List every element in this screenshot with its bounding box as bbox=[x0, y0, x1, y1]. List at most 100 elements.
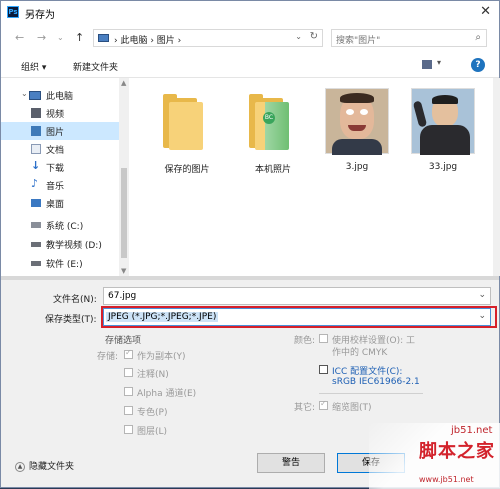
file-item[interactable]: BC 本机照片 bbox=[233, 84, 313, 180]
sidebar-item-pictures[interactable]: 图片 bbox=[1, 122, 119, 140]
photo-folder-icon: BC bbox=[241, 88, 305, 154]
icc-label: ICC 配置文件(C): bbox=[332, 367, 403, 377]
nav-scrollbar[interactable]: ▲ ▼ bbox=[119, 78, 129, 276]
search-placeholder: 搜索"图片" bbox=[336, 36, 381, 46]
alpha-label: Alpha 通道(E) bbox=[137, 389, 197, 399]
image-thumbnail bbox=[411, 88, 475, 155]
sidebar-item-drive-c[interactable]: 系统 (C:) bbox=[1, 216, 119, 234]
window-title: 另存为 bbox=[25, 10, 55, 21]
documents-icon bbox=[31, 144, 41, 154]
video-icon bbox=[31, 108, 41, 118]
sidebar-item-label: 音乐 bbox=[46, 182, 65, 192]
file-name: 保存的图片 bbox=[164, 165, 210, 175]
spot-checkbox[interactable] bbox=[124, 406, 133, 415]
toolbar: 组织 ▾ 新建文件夹 ▾ ? bbox=[1, 53, 499, 78]
drive-icon bbox=[31, 222, 41, 228]
refresh-icon[interactable]: ↻ bbox=[310, 31, 318, 42]
notes-checkbox[interactable] bbox=[124, 368, 133, 377]
chevron-down-icon[interactable]: ⌄ bbox=[478, 290, 486, 300]
save-type-label: 保存类型(T): bbox=[45, 315, 97, 325]
sidebar-item-label: 图片 bbox=[46, 128, 65, 138]
search-input[interactable]: 搜索"图片" ⌕ bbox=[331, 29, 487, 47]
file-item[interactable]: 3.jpg bbox=[317, 84, 397, 180]
layers-checkbox[interactable] bbox=[124, 425, 133, 434]
file-item[interactable]: 33.jpg bbox=[403, 84, 483, 180]
address-bar[interactable]: › 此电脑 › 图片 › ⌄ ↻ bbox=[93, 29, 323, 47]
as-copy-label: 作为副本(Y) bbox=[137, 352, 186, 362]
title-bar: Ps 另存为 ✕ bbox=[1, 1, 499, 23]
back-arrow-icon[interactable]: ← bbox=[15, 31, 24, 44]
search-icon[interactable]: ⌕ bbox=[475, 32, 481, 43]
divider bbox=[319, 393, 423, 394]
photoshop-icon: Ps bbox=[7, 6, 19, 18]
warning-button[interactable]: 警告 bbox=[257, 453, 325, 473]
filename-value: 67.jpg bbox=[108, 291, 137, 301]
proof-setup-label-2: 作中的 CMYK bbox=[332, 348, 388, 358]
thumbnail-checkbox[interactable] bbox=[319, 399, 328, 410]
save-as-dialog: Ps 另存为 ✕ ← → ⌄ ↑ › 此电脑 › 图片 › ⌄ ↻ 搜索"图片"… bbox=[0, 0, 500, 489]
sidebar-item-label: 教学视频 (D:) bbox=[46, 241, 102, 251]
layers-label: 图层(L) bbox=[137, 427, 168, 437]
content-scrollbar[interactable] bbox=[493, 78, 500, 276]
sidebar-item-pc[interactable]: ⌄ 此电脑 bbox=[1, 86, 119, 104]
chevron-up-icon: ▲ bbox=[15, 461, 25, 472]
notes-label: 注释(N) bbox=[137, 370, 169, 380]
file-list: 保存的图片 BC 本机照片 3.jpg 33.jpg bbox=[129, 78, 493, 276]
hide-folders-toggle[interactable]: ▲ 隐藏文件夹 bbox=[15, 459, 74, 472]
color-label: 颜色: bbox=[294, 336, 316, 346]
chevron-down-icon[interactable]: ⌄ bbox=[295, 32, 302, 41]
close-icon[interactable]: ✕ bbox=[480, 4, 491, 19]
icc-profile-value: sRGB IEC61966-2.1 bbox=[332, 377, 420, 387]
forward-arrow-icon[interactable]: → bbox=[37, 31, 46, 44]
filename-label: 文件名(N): bbox=[53, 295, 97, 305]
sidebar-item-documents[interactable]: 文档 bbox=[1, 140, 119, 158]
sidebar-item-label: 桌面 bbox=[46, 200, 65, 210]
proof-setup-checkbox[interactable] bbox=[319, 334, 328, 343]
watermark-brand: 脚本之家 bbox=[419, 441, 495, 462]
drive-icon bbox=[31, 261, 41, 266]
sidebar-item-label: 视频 bbox=[46, 110, 65, 120]
recent-dropdown-icon[interactable]: ⌄ bbox=[57, 33, 64, 42]
divider bbox=[1, 276, 499, 280]
up-arrow-icon[interactable]: ↑ bbox=[75, 31, 84, 44]
organize-button[interactable]: 组织 ▾ bbox=[21, 60, 46, 73]
file-name: 33.jpg bbox=[428, 162, 458, 172]
sidebar-item-drive-d[interactable]: 教学视频 (D:) bbox=[1, 235, 119, 253]
view-options-icon[interactable] bbox=[422, 60, 432, 69]
spot-label: 专色(P) bbox=[137, 408, 168, 418]
file-name: 3.jpg bbox=[345, 162, 369, 172]
file-item[interactable]: 保存的图片 bbox=[147, 84, 227, 180]
sidebar-item-music[interactable]: ♪ 音乐 bbox=[1, 176, 119, 194]
sidebar-item-videos[interactable]: 视频 bbox=[1, 104, 119, 122]
view-dropdown-icon[interactable]: ▾ bbox=[437, 58, 441, 67]
pc-icon bbox=[29, 91, 41, 100]
breadcrumb[interactable]: › 此电脑 › 图片 › bbox=[114, 33, 181, 46]
sidebar-item-desktop[interactable]: 桌面 bbox=[1, 194, 119, 212]
hide-folders-label: 隐藏文件夹 bbox=[29, 462, 75, 472]
sidebar-item-downloads[interactable]: ↓ 下载 bbox=[1, 158, 119, 176]
alpha-checkbox[interactable] bbox=[124, 387, 133, 396]
other-label: 其它: bbox=[294, 403, 316, 413]
sidebar-item-label: 系统 (C:) bbox=[46, 222, 84, 232]
chevron-down-icon[interactable]: ⌄ bbox=[21, 89, 28, 98]
highlight-box bbox=[101, 306, 497, 328]
icc-checkbox[interactable] bbox=[319, 365, 328, 374]
filename-field[interactable]: 67.jpg ⌄ bbox=[103, 287, 491, 305]
new-folder-button[interactable]: 新建文件夹 bbox=[73, 60, 118, 73]
image-thumbnail bbox=[325, 88, 389, 155]
scroll-up-icon[interactable]: ▲ bbox=[121, 79, 126, 87]
sidebar-item-label: 下载 bbox=[46, 164, 65, 174]
folder-icon bbox=[155, 88, 219, 154]
sidebar-item-label: 软件 (E:) bbox=[46, 260, 83, 270]
pc-icon bbox=[98, 34, 109, 42]
sidebar-item-label: 文档 bbox=[46, 146, 65, 156]
sidebar-item-label: 此电脑 bbox=[46, 92, 74, 102]
scroll-down-icon[interactable]: ▼ bbox=[121, 267, 126, 275]
sidebar-item-drive-e[interactable]: 软件 (E:) bbox=[1, 254, 119, 272]
navigation-bar: ← → ⌄ ↑ › 此电脑 › 图片 › ⌄ ↻ 搜索"图片" ⌕ bbox=[1, 23, 499, 53]
help-icon[interactable]: ? bbox=[471, 58, 485, 72]
thumbnail-label: 缩览图(T) bbox=[332, 403, 372, 413]
scrollbar-thumb[interactable] bbox=[121, 168, 127, 258]
as-copy-checkbox[interactable] bbox=[124, 348, 133, 359]
music-icon: ♪ bbox=[31, 177, 39, 190]
